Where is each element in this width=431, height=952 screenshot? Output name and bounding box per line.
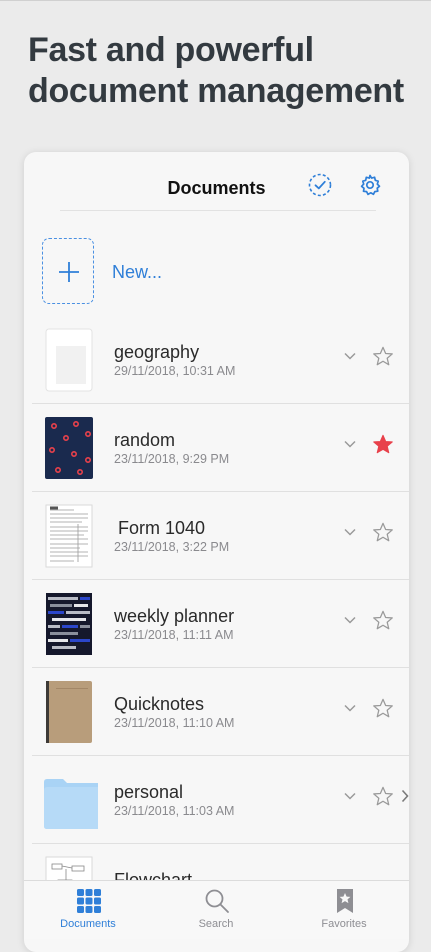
header-divider xyxy=(60,210,376,211)
document-date: 23/11/2018, 11:10 AM xyxy=(114,716,235,730)
chevron-down-icon[interactable] xyxy=(344,704,356,712)
tab-search[interactable]: Search xyxy=(152,881,280,939)
document-name: Form 1040 xyxy=(118,518,206,538)
page-title: Documents xyxy=(167,178,266,198)
document-row-random[interactable]: random 23/11/2018, 9:29 PM xyxy=(32,404,409,492)
blank-notebook-thumbnail xyxy=(45,328,93,392)
chevron-down-icon[interactable] xyxy=(344,792,356,800)
star-outline-icon[interactable] xyxy=(372,786,394,807)
top-divider xyxy=(0,0,431,1)
tab-documents[interactable]: Documents xyxy=(24,881,152,939)
grid-icon xyxy=(77,889,101,913)
document-name: weekly planner xyxy=(114,606,235,626)
documents-window: Documents New... geography 29/11/2018, 1… xyxy=(24,152,409,952)
tab-bar: Documents Search Favorites xyxy=(24,880,409,939)
chevron-down-icon[interactable] xyxy=(344,616,356,624)
chevron-down-icon[interactable] xyxy=(344,440,356,448)
document-name: geography xyxy=(114,342,200,362)
chevron-right-icon xyxy=(401,789,409,803)
document-row-geography[interactable]: geography 29/11/2018, 10:31 AM xyxy=(32,316,409,404)
tab-label: Search xyxy=(198,918,234,930)
document-name: random xyxy=(114,430,176,450)
document-name: Quicknotes xyxy=(114,694,205,714)
new-document-label: New... xyxy=(112,262,163,282)
search-icon xyxy=(205,889,229,913)
kraft-notebook-thumbnail xyxy=(46,681,92,743)
chevron-down-icon[interactable] xyxy=(344,528,356,536)
document-row-form-1040[interactable]: Form 1040 23/11/2018, 3:22 PM xyxy=(32,492,409,580)
dotted-navy-notebook-thumbnail xyxy=(45,417,93,479)
gear-icon[interactable] xyxy=(358,173,382,197)
document-date: 23/11/2018, 11:11 AM xyxy=(114,628,234,642)
star-outline-icon[interactable] xyxy=(372,698,394,719)
chevron-down-icon[interactable] xyxy=(344,352,356,360)
folder-icon xyxy=(44,779,98,829)
tax-form-thumbnail xyxy=(45,504,93,568)
star-outline-icon[interactable] xyxy=(372,522,394,543)
document-row-weekly-planner[interactable]: weekly planner 23/11/2018, 11:11 AM xyxy=(32,580,409,668)
headline: Fast and powerful document management xyxy=(28,31,404,110)
document-date: 23/11/2018, 11:03 AM xyxy=(114,804,235,818)
select-check-icon[interactable] xyxy=(308,173,332,197)
document-date: 29/11/2018, 10:31 AM xyxy=(114,364,236,378)
folder-row-personal[interactable]: personal 23/11/2018, 11:03 AM xyxy=(32,756,409,844)
new-document-button[interactable]: New... xyxy=(42,238,242,306)
document-name: personal xyxy=(114,782,184,802)
document-date: 23/11/2018, 9:29 PM xyxy=(114,452,230,466)
tab-favorites[interactable]: Favorites xyxy=(280,881,408,939)
plus-icon xyxy=(59,262,79,282)
star-outline-icon[interactable] xyxy=(372,610,394,631)
new-document-tile xyxy=(42,238,94,304)
document-date: 23/11/2018, 3:22 PM xyxy=(114,540,230,554)
striped-planner-thumbnail xyxy=(46,593,92,655)
star-outline-icon[interactable] xyxy=(372,346,394,367)
bookmark-star-icon xyxy=(337,889,353,913)
star-filled-icon[interactable] xyxy=(372,434,394,455)
tab-label: Documents xyxy=(60,918,116,930)
document-row-quicknotes[interactable]: Quicknotes 23/11/2018, 11:10 AM xyxy=(32,668,409,756)
tab-label: Favorites xyxy=(321,918,367,930)
document-list: geography 29/11/2018, 10:31 AM random 23… xyxy=(24,316,409,931)
